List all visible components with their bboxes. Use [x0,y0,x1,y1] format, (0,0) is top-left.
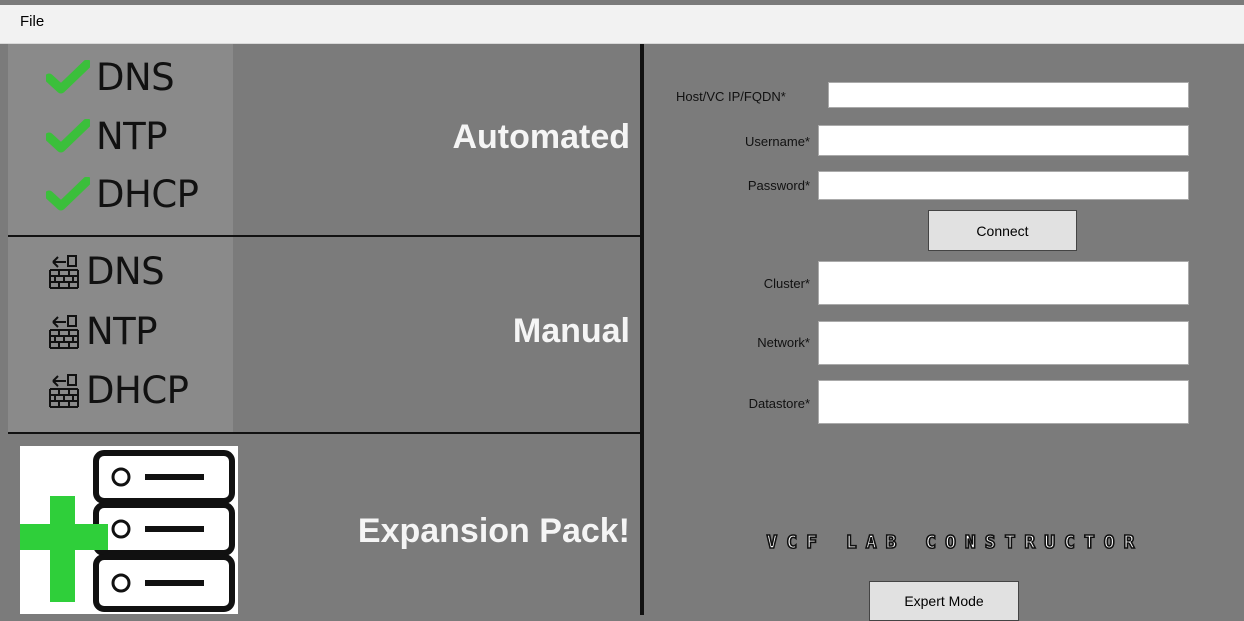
menu-file[interactable]: File [20,13,44,30]
expert-mode-button[interactable]: Expert Mode [869,581,1019,621]
cluster-label: Cluster* [763,276,810,291]
menu-bar: File [0,5,1244,44]
check-icon [46,60,90,94]
manual-item-dhcp: DHCP [46,362,189,418]
manual-config-icon [49,255,79,289]
automated-item-ntp: NTP [46,108,168,164]
manual-item-label: DNS [86,249,165,293]
connection-form: Host/VC IP/FQDN* Username* Password* Con… [644,44,1244,621]
datastore-label: Datastore* [748,396,810,411]
automated-item-dhcp: DHCP [46,166,199,222]
logo-text: VCF LAB CONSTRUCTOR [767,532,1144,553]
datastore-input[interactable] [818,380,1189,424]
manual-item-label: DHCP [86,368,189,412]
network-input[interactable] [818,321,1189,365]
automated-image: DNS NTP DHCP [8,44,233,235]
manual-image: DNS NTP DHCP [8,237,233,432]
expansion-image [8,434,238,615]
manual-config-icon [49,315,79,349]
cluster-input[interactable] [818,261,1189,305]
automated-tile[interactable]: DNS NTP DHCP Automated [8,44,640,237]
network-label: Network* [757,335,810,350]
username-input[interactable] [818,125,1189,156]
password-label: Password* [747,178,810,193]
manual-tile[interactable]: DNS NTP DHCP Manual [8,237,640,434]
expansion-pack-tile[interactable]: Expansion Pack! [8,434,640,615]
expansion-pack-title: Expansion Pack! [357,512,630,550]
check-icon [46,177,90,211]
deployment-options-panel: DNS NTP DHCP Automated DNS NTP DHCP Manu… [8,44,640,615]
manual-item-ntp: NTP [46,303,158,359]
vcf-lab-constructor-logo: VCF LAB CONSTRUCTOR [766,531,1144,553]
host-label: Host/VC IP/FQDN* [676,89,786,104]
automated-item-label: DHCP [96,172,199,216]
manual-item-dns: DNS [46,243,165,299]
automated-item-dns: DNS [46,49,175,105]
automated-item-label: NTP [96,114,168,158]
manual-config-icon [49,374,79,408]
server-stack-plus-icon [20,446,238,614]
check-icon [46,119,90,153]
connect-button[interactable]: Connect [928,210,1077,251]
password-input[interactable] [818,171,1189,200]
automated-item-label: DNS [96,55,175,99]
manual-title: Manual [512,312,630,350]
automated-title: Automated [452,118,630,156]
host-input[interactable] [828,82,1189,108]
manual-item-label: NTP [86,309,158,353]
username-label: Username* [744,134,810,149]
